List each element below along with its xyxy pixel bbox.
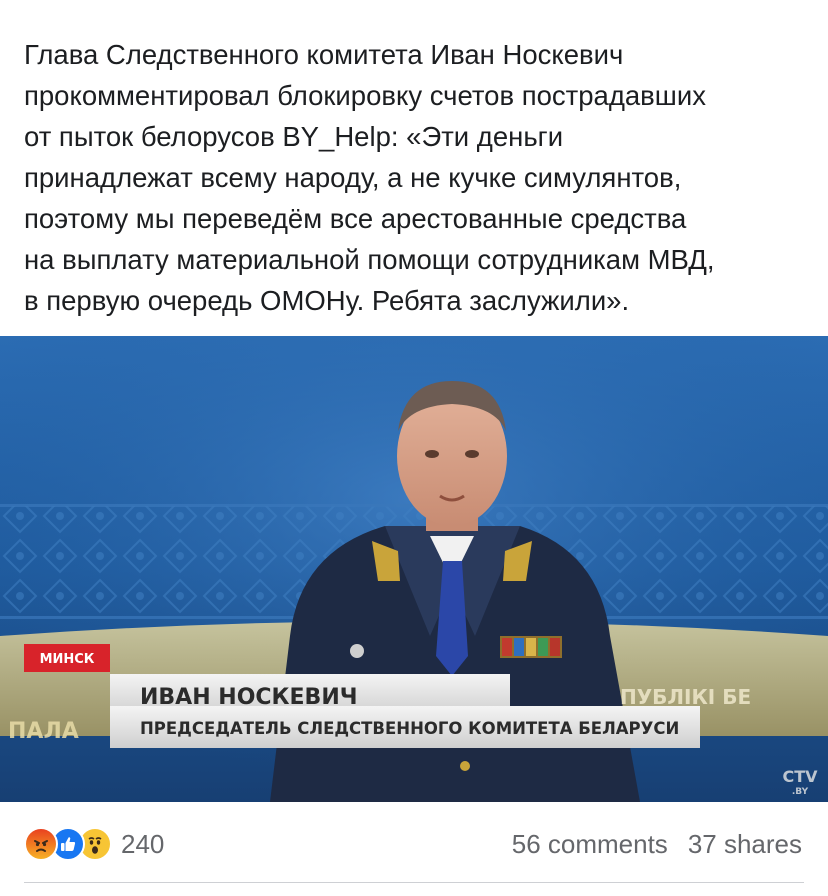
news-broadcast-image: МИНСК ИВАН НОСКЕВИЧ ПРЕДСЕДАТЕЛЬ СЛЕДСТВ… [0, 336, 828, 802]
background-lettering-right: ПУБЛІКІ БЕ [620, 685, 751, 709]
reactions-summary[interactable]: 240 [24, 826, 164, 862]
engagement-stats: 56 comments 37 shares [492, 826, 802, 862]
channel-logo-domain: .BY [792, 787, 809, 797]
reaction-count: 240 [121, 828, 165, 859]
background-lettering-left: ПАЛА [8, 719, 79, 744]
post-text: Глава Следственного комитета Иван Носкев… [24, 39, 715, 316]
post-footer: 240 56 comments 37 shares [0, 820, 828, 868]
post-video-still[interactable]: МИНСК ИВАН НОСКЕВИЧ ПРЕДСЕДАТЕЛЬ СЛЕДСТВ… [0, 336, 828, 802]
location-tag-text: МИНСК [40, 652, 95, 667]
comments-count-link[interactable]: 56 comments [512, 829, 668, 860]
channel-logo: CTV [782, 767, 818, 786]
angry-icon [24, 827, 58, 861]
shares-count-link[interactable]: 37 shares [688, 829, 802, 860]
person-title: ПРЕДСЕДАТЕЛЬ СЛЕДСТВЕННОГО КОМИТЕТА БЕЛА… [140, 719, 679, 738]
footer-divider [24, 882, 804, 883]
